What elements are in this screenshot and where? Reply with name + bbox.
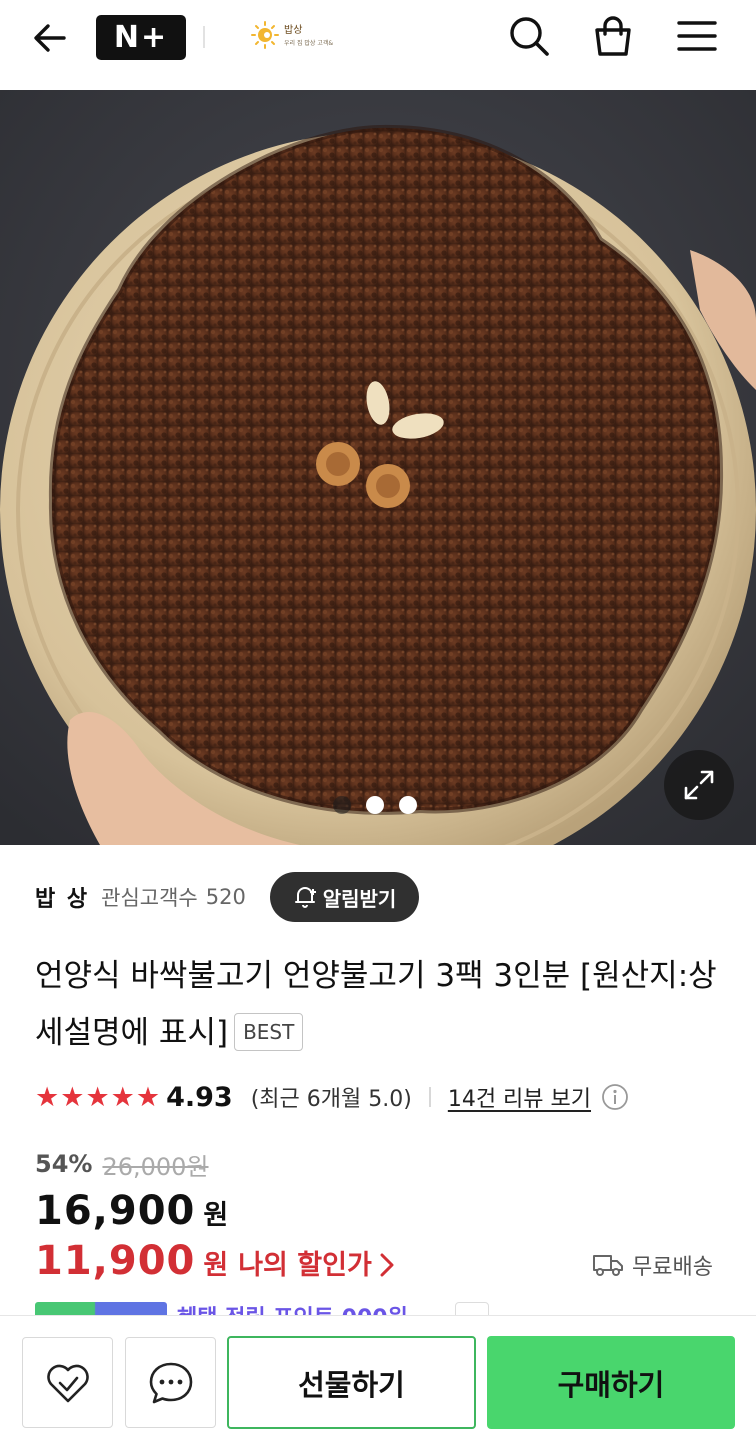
wishlist-button[interactable] [22, 1337, 113, 1428]
search-button[interactable] [505, 12, 553, 60]
rating-divider [428, 1087, 431, 1107]
chevron-right-icon [380, 1253, 394, 1277]
logo-subtitle: 우리 집 밥상 고객& [284, 40, 334, 47]
heart-check-icon [46, 1364, 89, 1402]
star-icon: ★ [85, 1081, 110, 1113]
my-discount-price-row[interactable]: 11,900 원 나의 할인가 [35, 1238, 396, 1292]
gift-button[interactable]: 선물하기 [227, 1336, 476, 1429]
product-title: 언양식 바싹불고기 언양불고기 3팩 3인분 [원산지:상세설명에 표시] BES… [35, 948, 725, 1062]
arrow-left-icon [34, 24, 66, 52]
store-name-link[interactable]: 밥 상 [35, 881, 89, 913]
fans-label: 관심고객수 [101, 886, 198, 910]
store-info-row: 밥 상 관심고객수 520 [35, 872, 246, 922]
star-icon: ★ [60, 1081, 85, 1113]
benefit-strip[interactable]: 혜택 적립 포인트 000원 [35, 1302, 495, 1316]
original-price: 26,000원 [102, 1152, 209, 1181]
discount-row: 54% 26,000원 [35, 1144, 209, 1184]
gallery-dot-3[interactable] [399, 796, 417, 814]
sale-price-row: 16,900 원 [35, 1188, 228, 1240]
sale-price-unit: 원 [203, 1200, 229, 1231]
benefit-toggle[interactable] [455, 1302, 489, 1316]
gallery-dot-1[interactable] [333, 796, 351, 814]
rating-score: 4.93 [166, 1081, 233, 1113]
buy-button[interactable]: 구매하기 [487, 1336, 735, 1429]
product-photo [0, 90, 756, 845]
chat-button[interactable] [125, 1337, 216, 1428]
expand-icon [684, 770, 714, 800]
hamburger-menu-icon [677, 21, 717, 51]
star-icon: ★ [110, 1081, 135, 1113]
rating-row: ★ ★ ★ ★ ★ 4.93 (최근 6개월 5.0) 14건 리뷰 보기 [35, 1076, 725, 1118]
menu-button[interactable] [673, 12, 721, 60]
recent-rating: (최근 6개월 5.0) [250, 1087, 412, 1112]
header-divider [203, 26, 205, 48]
bell-plus-icon [294, 887, 316, 908]
cart-button[interactable] [589, 12, 637, 60]
product-image-gallery[interactable] [0, 90, 756, 845]
store-logo[interactable]: 밥상 우리 집 밥상 고객& [248, 18, 348, 56]
my-discount-label: 나의 할인가 [238, 1250, 372, 1281]
review-link[interactable]: 14건 리뷰 보기 [448, 1081, 591, 1113]
star-icon: ★ [35, 1081, 60, 1113]
gallery-indicator [333, 796, 417, 814]
sale-price: 16,900 [35, 1188, 196, 1234]
sun-logo-icon [251, 21, 279, 49]
alarm-label: 알림받기 [322, 886, 397, 911]
discount-rate: 54% [35, 1150, 93, 1178]
expand-image-button[interactable] [664, 750, 734, 820]
gallery-dot-2[interactable] [366, 796, 384, 814]
bottom-action-bar: 선물하기 구매하기 [0, 1315, 756, 1456]
chat-bubble-icon [149, 1362, 192, 1403]
benefit-badge [35, 1302, 167, 1316]
info-icon[interactable] [601, 1083, 629, 1111]
star-icon: ★ [135, 1081, 161, 1113]
back-button[interactable] [26, 14, 74, 62]
alarm-subscribe-button[interactable]: 알림받기 [270, 872, 419, 922]
logo-name: 밥상 [284, 25, 303, 36]
product-title-text: 언양식 바싹불고기 언양불고기 3팩 3인분 [원산지:상세설명에 표시] [35, 958, 717, 1051]
benefit-text: 혜택 적립 포인트 000원 [177, 1302, 408, 1316]
delivery-truck-icon [593, 1255, 623, 1276]
shipping-label: 무료배송 [632, 1255, 713, 1280]
my-discount-price: 11,900 [35, 1238, 196, 1284]
search-icon [510, 17, 549, 56]
shopping-bag-icon [595, 16, 631, 56]
gift-label: 선물하기 [298, 1367, 405, 1402]
naver-plus-logo[interactable]: N+ [96, 15, 186, 60]
buy-label: 구매하기 [557, 1367, 665, 1402]
fans-count: 520 [205, 885, 246, 909]
star-rating: ★ ★ ★ ★ ★ [35, 1084, 160, 1111]
shipping-info: 무료배송 [592, 1248, 713, 1282]
my-discount-unit: 원 [203, 1250, 229, 1281]
top-header: N+ 밥상 우리 집 밥상 고객& [0, 0, 756, 90]
best-badge: BEST [234, 1012, 304, 1051]
